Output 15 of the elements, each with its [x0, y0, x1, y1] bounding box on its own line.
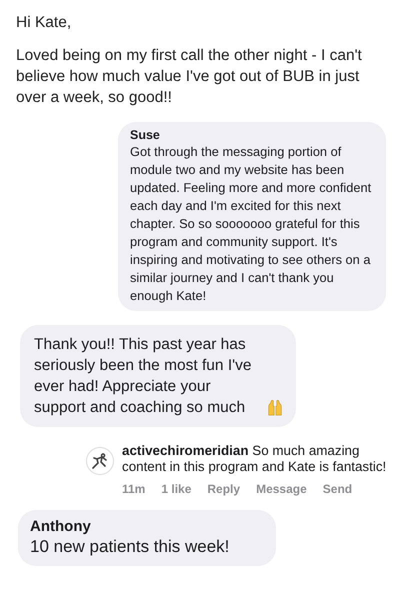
comment-text: activechiromeridian So much amazing content in this program and Kate is fantastic!	[122, 443, 388, 475]
author-name: Anthony	[30, 517, 92, 536]
greeting-text: Hi Kate,	[16, 13, 72, 33]
author-name: Suse	[130, 128, 161, 143]
comment-action-link[interactable]: Reply	[207, 482, 240, 496]
message-text: Thank you!! This past year has seriously been the most fun I've ever had! Appreciate your support and coaching so much	[34, 335, 252, 418]
runner-avatar-icon[interactable]	[86, 447, 114, 475]
message-text: 10 new patients this week!	[30, 536, 230, 558]
raised-hands-icon	[266, 398, 284, 416]
message-text: Got through the messaging portion of module two and my website has been updated. Feeling more and more confident each day and I'm excited for this next chapter. So so sooooooo grateful for this program and community support. It's inspiring and motivating to see others on a similar journey and I can't thank you enough Kate!	[130, 143, 372, 305]
like-count: 1 like	[161, 482, 192, 496]
comment-action-link[interactable]: Message	[256, 482, 307, 496]
comment-time: 11m	[122, 482, 146, 496]
message-text: Loved being on my first call the other night - I can't believe how much value I've got out of BUB in just over a week, so good!!	[16, 46, 363, 108]
comment-action-link[interactable]: Send	[322, 482, 352, 496]
